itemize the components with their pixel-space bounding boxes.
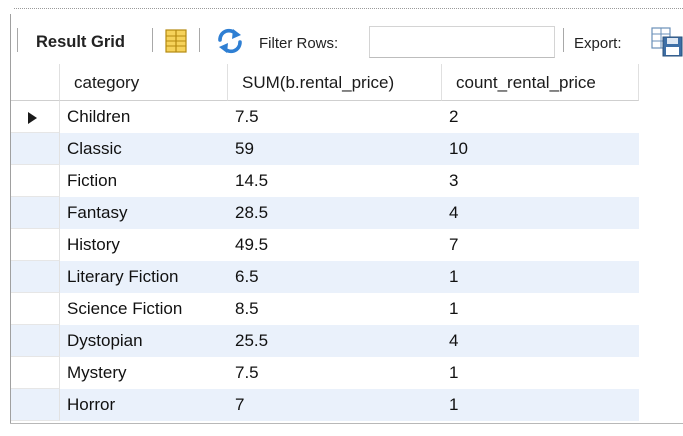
filter-rows-input[interactable] [369, 26, 555, 58]
table-row[interactable]: Horror 7 1 [11, 389, 639, 421]
cell-count-rental-price[interactable]: 7 [442, 229, 639, 261]
cell-sum-rental-price[interactable]: 59 [228, 133, 442, 165]
row-selector[interactable] [11, 229, 60, 261]
toolbar-separator [563, 28, 564, 52]
table-row[interactable]: Dystopian 25.5 4 [11, 325, 639, 357]
row-selector[interactable] [11, 293, 60, 325]
current-row-arrow-icon [28, 112, 37, 124]
export-label: Export: [574, 35, 622, 52]
result-grid-tab[interactable]: Result Grid [36, 33, 125, 52]
refresh-icon[interactable] [215, 28, 245, 54]
toolbar-separator [17, 28, 18, 52]
cell-category[interactable]: Fiction [60, 165, 228, 197]
row-selector[interactable] [11, 357, 60, 389]
cell-count-rental-price[interactable]: 2 [442, 101, 639, 133]
cell-category[interactable]: Mystery [60, 357, 228, 389]
cell-count-rental-price[interactable]: 10 [442, 133, 639, 165]
cell-sum-rental-price[interactable]: 7.5 [228, 101, 442, 133]
table-row[interactable]: Children 7.5 2 [11, 101, 639, 133]
cell-count-rental-price[interactable]: 4 [442, 197, 639, 229]
column-header-category[interactable]: category [60, 64, 228, 101]
table-row[interactable]: History 49.5 7 [11, 229, 639, 261]
table-row[interactable]: Fantasy 28.5 4 [11, 197, 639, 229]
cell-sum-rental-price[interactable]: 8.5 [228, 293, 442, 325]
column-header-sum-rental-price[interactable]: SUM(b.rental_price) [228, 64, 442, 101]
table-row[interactable]: Fiction 14.5 3 [11, 165, 639, 197]
panel-top-border [14, 8, 683, 11]
cell-count-rental-price[interactable]: 1 [442, 293, 639, 325]
row-selector[interactable] [11, 133, 60, 165]
result-grid-panel: Result Grid Filter Rows: Export: categor… [0, 0, 683, 436]
row-selector[interactable] [11, 325, 60, 357]
cell-category[interactable]: Science Fiction [60, 293, 228, 325]
row-selector[interactable] [11, 261, 60, 293]
row-header-corner[interactable] [11, 64, 60, 101]
cell-sum-rental-price[interactable]: 25.5 [228, 325, 442, 357]
row-selector[interactable] [11, 389, 60, 421]
cell-category[interactable]: History [60, 229, 228, 261]
cell-count-rental-price[interactable]: 3 [442, 165, 639, 197]
table-row[interactable]: Mystery 7.5 1 [11, 357, 639, 389]
filter-rows-label: Filter Rows: [259, 35, 339, 52]
table-row[interactable]: Science Fiction 8.5 1 [11, 293, 639, 325]
table-header-row: category SUM(b.rental_price) count_renta… [11, 64, 639, 101]
cell-category[interactable]: Classic [60, 133, 228, 165]
cell-count-rental-price[interactable]: 1 [442, 357, 639, 389]
row-selector[interactable] [11, 197, 60, 229]
cell-count-rental-price[interactable]: 1 [442, 389, 639, 421]
panel-bottom-border [10, 423, 683, 424]
cell-sum-rental-price[interactable]: 7.5 [228, 357, 442, 389]
row-selector[interactable] [11, 101, 60, 133]
cell-category[interactable]: Children [60, 101, 228, 133]
toolbar-separator [199, 28, 200, 52]
cell-category[interactable]: Horror [60, 389, 228, 421]
row-selector[interactable] [11, 165, 60, 197]
cell-sum-rental-price[interactable]: 28.5 [228, 197, 442, 229]
cell-category[interactable]: Dystopian [60, 325, 228, 357]
cell-sum-rental-price[interactable]: 7 [228, 389, 442, 421]
toolbar-separator [152, 28, 153, 52]
cell-count-rental-price[interactable]: 1 [442, 261, 639, 293]
cell-sum-rental-price[interactable]: 49.5 [228, 229, 442, 261]
result-grid-table: category SUM(b.rental_price) count_renta… [11, 64, 639, 421]
cell-count-rental-price[interactable]: 4 [442, 325, 639, 357]
table-row[interactable]: Classic 59 10 [11, 133, 639, 165]
cell-category[interactable]: Literary Fiction [60, 261, 228, 293]
cell-sum-rental-price[interactable]: 14.5 [228, 165, 442, 197]
cell-sum-rental-price[interactable]: 6.5 [228, 261, 442, 293]
result-grid-toolbar: Result Grid Filter Rows: Export: [11, 14, 683, 64]
export-icon[interactable] [651, 27, 683, 57]
table-row[interactable]: Literary Fiction 6.5 1 [11, 261, 639, 293]
form-grid-icon[interactable] [164, 28, 188, 54]
column-header-count-rental-price[interactable]: count_rental_price [442, 64, 639, 101]
cell-category[interactable]: Fantasy [60, 197, 228, 229]
